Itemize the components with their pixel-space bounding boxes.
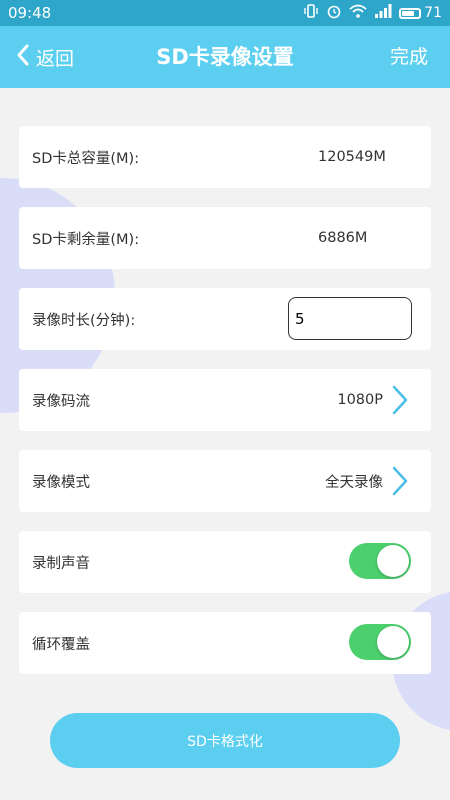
settings-content: SD卡总容量(M): 120549M SD卡剩余量(M): 6886M 录像时长…: [0, 88, 450, 800]
total-capacity-value: 120549M: [318, 149, 386, 165]
record-duration-row: 录像时长(分钟):: [19, 288, 431, 350]
chevron-right-icon: [383, 461, 417, 501]
remaining-row: SD卡剩余量(M): 6886M: [19, 207, 431, 269]
mode-label: 录像模式: [32, 474, 90, 491]
mode-row[interactable]: 录像模式 全天录像: [19, 450, 431, 512]
header-bar: 返回 SD卡录像设置 完成: [0, 26, 450, 88]
stream-label: 录像码流: [32, 393, 90, 410]
remaining-label: SD卡剩余量(M):: [32, 231, 140, 248]
toggle-knob: [377, 626, 409, 658]
mode-value: 全天录像: [325, 474, 383, 491]
stream-row[interactable]: 录像码流 1080P: [19, 369, 431, 431]
total-capacity-row: SD卡总容量(M): 120549M: [19, 126, 431, 188]
remaining-value: 6886M: [318, 230, 368, 246]
status-time: 09:48: [8, 4, 52, 22]
status-bar: 09:48 71: [0, 0, 450, 26]
chevron-left-icon: [16, 44, 30, 71]
loop-overwrite-toggle[interactable]: [349, 624, 411, 660]
loop-overwrite-row: 循环覆盖: [19, 612, 431, 674]
record-audio-row: 录制声音: [19, 531, 431, 593]
battery-icon: 71: [399, 5, 442, 21]
chevron-right-icon: [383, 380, 417, 420]
back-button[interactable]: 返回: [16, 26, 74, 88]
toggle-knob: [377, 545, 409, 577]
signal-icon: [374, 4, 392, 22]
back-label: 返回: [36, 47, 75, 70]
battery-level: 71: [424, 5, 442, 21]
record-duration-input[interactable]: [288, 297, 412, 340]
format-sd-button[interactable]: SD卡格式化: [50, 713, 400, 768]
status-icons: 71: [303, 3, 442, 23]
stream-value: 1080P: [337, 392, 383, 408]
alarm-icon: [326, 3, 342, 23]
record-audio-toggle[interactable]: [349, 543, 411, 579]
done-button[interactable]: 完成: [390, 26, 428, 88]
wifi-icon: [349, 3, 367, 23]
vibrate-icon: [303, 3, 319, 23]
